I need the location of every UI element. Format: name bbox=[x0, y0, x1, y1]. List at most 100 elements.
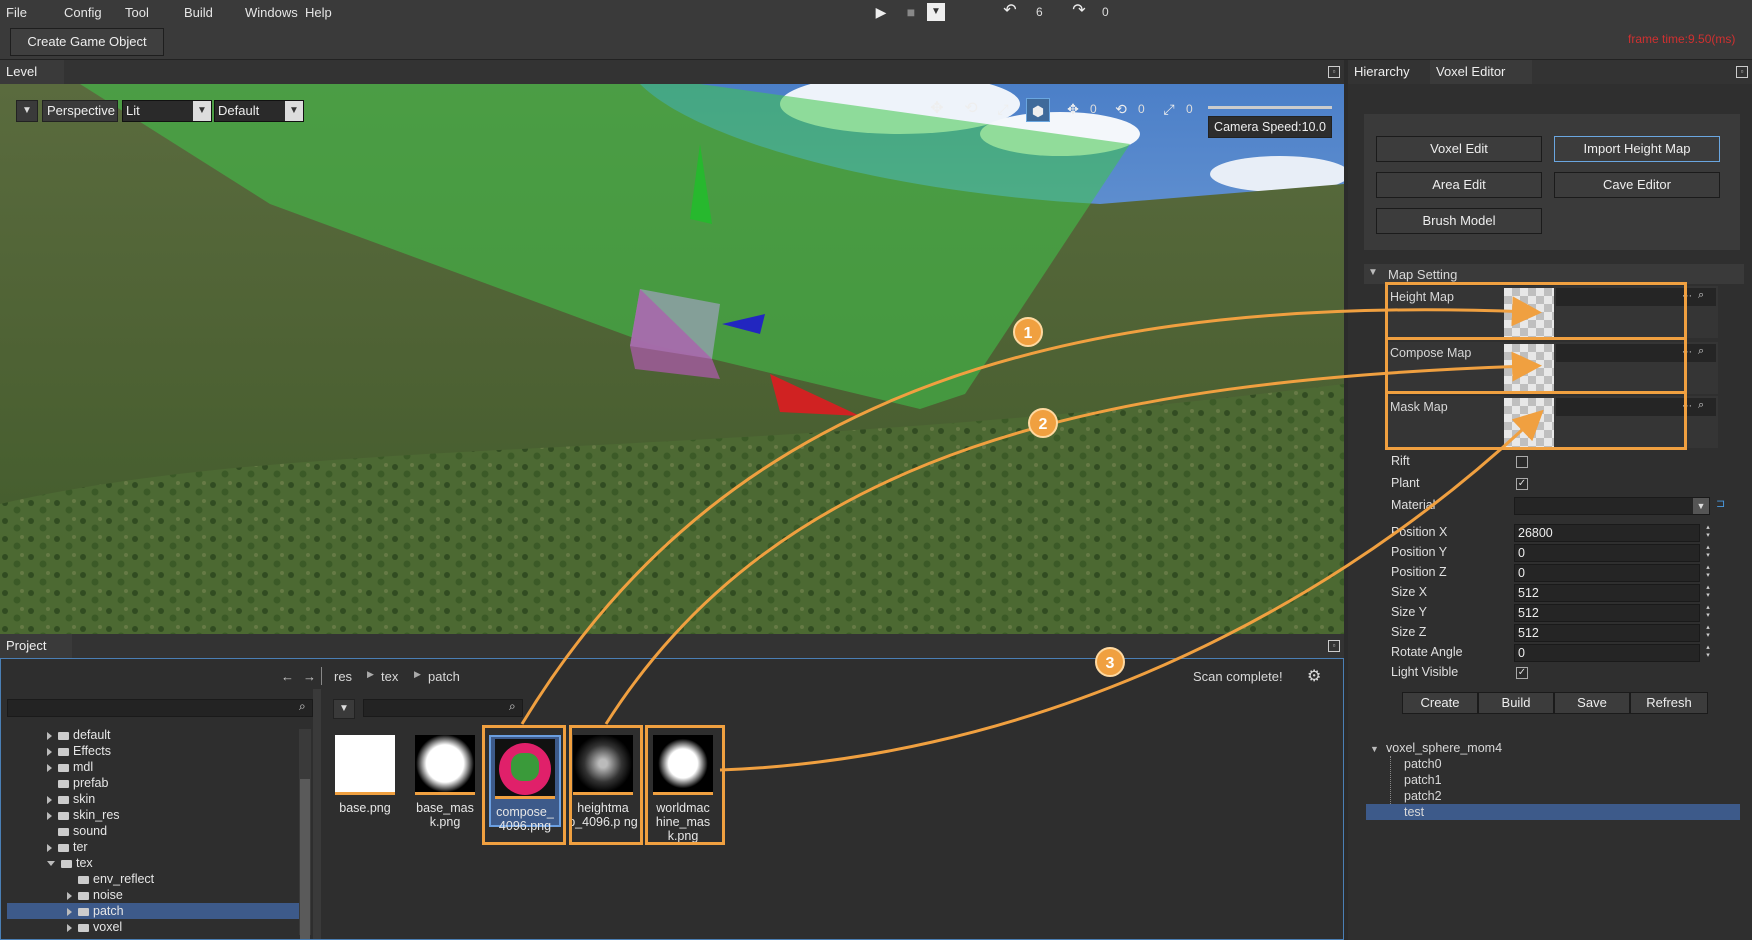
step-dropdown-icon[interactable]: ▼ bbox=[927, 3, 945, 21]
tree-item-patch[interactable]: patch bbox=[7, 903, 299, 919]
snap-rotate-icon[interactable]: ⟲ bbox=[1112, 100, 1130, 118]
create-button[interactable]: Create bbox=[1402, 692, 1478, 714]
redo-icon[interactable]: ↷ bbox=[1070, 2, 1088, 20]
stop-icon[interactable]: ■ bbox=[902, 3, 920, 21]
file-search-input[interactable] bbox=[363, 699, 523, 717]
breadcrumb-tex[interactable]: tex bbox=[381, 669, 398, 684]
plant-checkbox[interactable]: ✓ bbox=[1516, 478, 1528, 490]
menu-file[interactable]: File bbox=[6, 5, 27, 20]
light-visible-checkbox[interactable]: ✓ bbox=[1516, 667, 1528, 679]
search-icon[interactable]: ⌕ bbox=[299, 699, 306, 714]
filter-icon[interactable]: ▼ bbox=[16, 100, 38, 122]
tree-item-tex[interactable]: tex bbox=[47, 855, 297, 871]
refresh-button[interactable]: Refresh bbox=[1630, 692, 1708, 714]
tree-item-voxel[interactable]: voxel bbox=[67, 919, 297, 935]
expand-icon[interactable] bbox=[47, 763, 52, 772]
forward-icon[interactable]: → bbox=[303, 669, 316, 684]
lighting-select[interactable]: Lit ▼ bbox=[122, 100, 212, 122]
menu-tool[interactable]: Tool bbox=[125, 5, 149, 20]
stepper-icon[interactable]: ▴ ▾ bbox=[1704, 624, 1712, 642]
search-icon[interactable]: ⌕ bbox=[1698, 345, 1704, 358]
size-x-input[interactable]: 512 bbox=[1514, 584, 1700, 602]
pin-icon[interactable]: ▫ bbox=[1736, 66, 1748, 78]
move-icon[interactable]: ✥ bbox=[928, 100, 946, 118]
layer-select[interactable]: Default ▼ bbox=[214, 100, 304, 122]
expand-icon[interactable] bbox=[67, 923, 72, 932]
link-icon[interactable]: ⊐ bbox=[1716, 497, 1725, 510]
stepper-icon[interactable]: ▴ ▾ bbox=[1704, 584, 1712, 602]
tree-item-default[interactable]: default bbox=[47, 727, 297, 743]
build-button[interactable]: Build bbox=[1478, 692, 1554, 714]
file-base-png[interactable]: base.png bbox=[329, 735, 401, 815]
expand-icon[interactable] bbox=[67, 907, 72, 916]
file-base-mask-png[interactable]: base_mas k.png bbox=[409, 735, 481, 829]
tree-item-sound[interactable]: sound bbox=[47, 823, 297, 839]
search-icon[interactable]: ⌕ bbox=[1698, 289, 1704, 302]
expand-icon[interactable] bbox=[47, 843, 52, 852]
expand-icon[interactable] bbox=[47, 811, 52, 820]
file-filter-icon[interactable]: ▼ bbox=[333, 699, 355, 719]
tree-item-env-reflect[interactable]: env_reflect bbox=[67, 871, 297, 887]
pin-icon[interactable]: ▫ bbox=[1328, 66, 1340, 78]
position-x-input[interactable]: 26800 bbox=[1514, 524, 1700, 542]
menu-help[interactable]: Help bbox=[305, 5, 332, 20]
tab-hierarchy[interactable]: Hierarchy bbox=[1348, 60, 1416, 84]
size-y-input[interactable]: 512 bbox=[1514, 604, 1700, 622]
create-game-object-button[interactable]: Create Game Object bbox=[10, 28, 164, 56]
undo-icon[interactable]: ↶ bbox=[1001, 2, 1019, 20]
tree-item-noise[interactable]: noise bbox=[67, 887, 297, 903]
scale-icon[interactable]: ⤢ bbox=[994, 100, 1012, 118]
camera-speed-slider[interactable] bbox=[1208, 106, 1332, 109]
rotate-angle-input[interactable]: 0 bbox=[1514, 644, 1700, 662]
hierarchy-item-test[interactable]: test bbox=[1366, 804, 1740, 820]
play-icon[interactable]: ▶ bbox=[872, 3, 890, 21]
tree-item-skin-res[interactable]: skin_res bbox=[47, 807, 297, 823]
collapse-icon[interactable] bbox=[47, 861, 55, 867]
scene-viewport[interactable]: ▼ Perspective Lit ▼ Default ▼ ✥ ⟲ ⤢ ⬢ ✥ … bbox=[0, 84, 1344, 634]
stepper-icon[interactable]: ▴ ▾ bbox=[1704, 644, 1712, 662]
tab-project[interactable]: Project bbox=[0, 634, 72, 658]
material-select[interactable]: ▼ bbox=[1514, 497, 1710, 515]
tree-item-effects[interactable]: Effects bbox=[47, 743, 297, 759]
stepper-icon[interactable]: ▴ ▾ bbox=[1704, 604, 1712, 622]
hierarchy-item-patch2[interactable]: patch2 bbox=[1404, 789, 1442, 803]
back-icon[interactable]: ← bbox=[281, 669, 294, 684]
map-setting-header[interactable]: ▼ Map Setting bbox=[1364, 264, 1744, 284]
expand-icon[interactable] bbox=[67, 891, 72, 900]
stepper-icon[interactable]: ▴ ▾ bbox=[1704, 564, 1712, 582]
import-height-map-button[interactable]: Import Height Map bbox=[1554, 136, 1720, 162]
menu-windows[interactable]: Windows bbox=[245, 5, 298, 20]
search-icon[interactable]: ⌕ bbox=[509, 699, 516, 714]
save-button[interactable]: Save bbox=[1554, 692, 1630, 714]
size-z-input[interactable]: 512 bbox=[1514, 624, 1700, 642]
position-z-input[interactable]: 0 bbox=[1514, 564, 1700, 582]
breadcrumb-res[interactable]: res bbox=[334, 669, 352, 684]
hierarchy-item-patch1[interactable]: patch1 bbox=[1404, 773, 1442, 787]
stepper-icon[interactable]: ▴ ▾ bbox=[1704, 544, 1712, 562]
search-icon[interactable]: ⌕ bbox=[1698, 399, 1704, 412]
tree-scrollbar[interactable] bbox=[299, 729, 311, 939]
expand-icon[interactable] bbox=[47, 795, 52, 804]
tree-item-skin[interactable]: skin bbox=[47, 791, 297, 807]
rotate-icon[interactable]: ⟲ bbox=[962, 100, 980, 118]
hierarchy-root[interactable]: voxel_sphere_mom4 bbox=[1386, 741, 1502, 755]
expand-icon[interactable] bbox=[47, 747, 52, 756]
rift-checkbox[interactable] bbox=[1516, 456, 1528, 468]
splitter[interactable] bbox=[313, 689, 321, 939]
tree-item-ter[interactable]: ter bbox=[47, 839, 297, 855]
menu-build[interactable]: Build bbox=[184, 5, 213, 20]
area-edit-button[interactable]: Area Edit bbox=[1376, 172, 1542, 198]
stepper-icon[interactable]: ▴ ▾ bbox=[1704, 524, 1712, 542]
world-space-icon[interactable]: ⬢ bbox=[1026, 98, 1050, 122]
voxel-edit-button[interactable]: Voxel Edit bbox=[1376, 136, 1542, 162]
settings-gear-icon[interactable]: ⚙ bbox=[1307, 666, 1321, 686]
tab-level[interactable]: Level bbox=[0, 60, 64, 84]
pin-icon[interactable]: ▫ bbox=[1328, 640, 1340, 652]
snap-scale-icon[interactable]: ⤢ bbox=[1160, 100, 1178, 118]
position-y-input[interactable]: 0 bbox=[1514, 544, 1700, 562]
tree-item-prefab[interactable]: prefab bbox=[47, 775, 297, 791]
menu-config[interactable]: Config bbox=[64, 5, 102, 20]
tree-item-mdl[interactable]: mdl bbox=[47, 759, 297, 775]
chevron-down-icon[interactable]: ▼ bbox=[1370, 744, 1379, 754]
tree-search-input[interactable] bbox=[7, 699, 313, 717]
